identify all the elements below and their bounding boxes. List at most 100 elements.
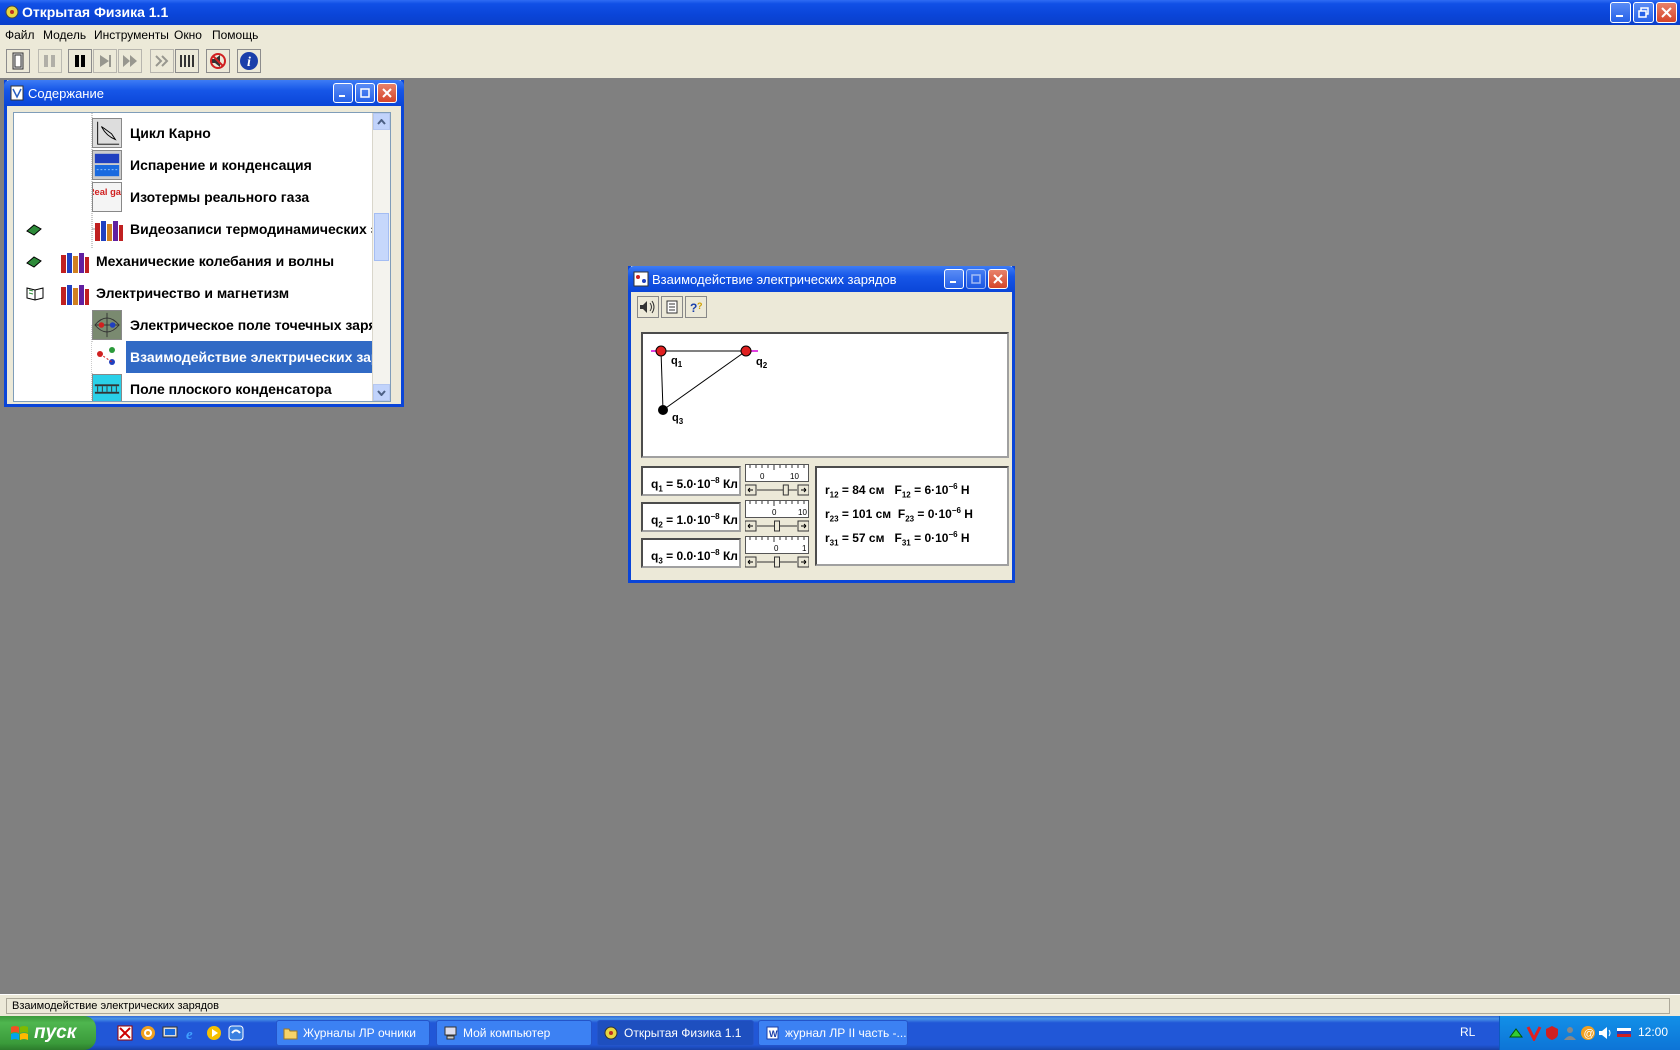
tree-item-thermo-videos[interactable]: Видеозаписи термодинамических эк — [14, 213, 385, 245]
svg-text:@: @ — [1584, 1028, 1595, 1040]
interaction-close-button[interactable] — [988, 269, 1008, 289]
scroll-down-button[interactable] — [373, 384, 390, 401]
slider-track[interactable] — [745, 520, 809, 532]
svg-text:q3: q3 — [672, 412, 684, 426]
task-word-document[interactable]: W журнал ЛР II часть -... — [758, 1020, 908, 1046]
close-button[interactable] — [1656, 2, 1677, 23]
charge-q1[interactable] — [655, 345, 667, 357]
help-button[interactable]: ?? — [685, 296, 707, 318]
quicklaunch-app-icon[interactable] — [117, 1025, 133, 1041]
scroll-thumb[interactable] — [374, 213, 389, 261]
tree-item-capacitor[interactable]: Поле плоского конденсатора — [14, 373, 374, 401]
menu-help[interactable]: Помощь — [212, 28, 258, 42]
taskbar: пуск e Журналы ЛР очники Мой компьютер О… — [0, 1016, 1680, 1050]
tray-shield-icon[interactable] — [1544, 1025, 1560, 1041]
multi-step-button[interactable] — [175, 49, 199, 73]
label-q3: q — [672, 412, 679, 424]
svg-text:?: ? — [697, 301, 703, 311]
app-titlebar[interactable]: Открытая Физика 1.1 — [0, 0, 1680, 25]
info-icon: i — [240, 52, 258, 70]
result-row-31: r31 = 57 см F31 = 0·10−6 Н — [825, 530, 970, 548]
svg-text:q2: q2 — [756, 356, 768, 370]
charge-q2-slider[interactable]: 0 10 — [745, 500, 809, 534]
fast-forward-button[interactable] — [118, 49, 142, 73]
interaction-minimize-button[interactable] — [944, 269, 964, 289]
pause-button[interactable] — [68, 49, 92, 73]
menu-tools[interactable]: Инструменты — [94, 28, 169, 42]
tray-flag-icon[interactable] — [1616, 1025, 1632, 1041]
tree-item-label: Механические колебания и волны — [96, 253, 335, 269]
contents-icon — [10, 85, 24, 101]
minimize-button[interactable] — [1610, 2, 1631, 23]
tree-item-evaporation[interactable]: Испарение и конденсация — [14, 149, 374, 181]
step-forward-button[interactable] — [150, 49, 174, 73]
tree-item-real-gas[interactable]: Real gas Изотермы реального газа — [14, 181, 374, 213]
results-panel: r12 = 84 см F12 = 6·10−6 Н r23 = 101 см … — [815, 466, 1009, 566]
svg-text:e: e — [186, 1027, 193, 1041]
computer-icon — [444, 1026, 457, 1040]
quicklaunch-ie-icon[interactable]: e — [184, 1025, 200, 1041]
interaction-maximize-button[interactable] — [966, 269, 986, 289]
tray-network-icon[interactable] — [1508, 1025, 1524, 1041]
tree-item-charges-interaction[interactable]: Взаимодействие электрических зар — [14, 341, 384, 373]
speaker-icon — [640, 300, 655, 314]
task-my-computer[interactable]: Мой компьютер — [436, 1020, 592, 1046]
tree-item-oscillations[interactable]: Механические колебания и волны — [14, 245, 374, 277]
charge-q2[interactable] — [740, 345, 752, 357]
step-back-button[interactable] — [38, 49, 62, 73]
exit-button[interactable] — [6, 49, 30, 73]
task-journals-folder[interactable]: Журналы ЛР очники — [276, 1020, 430, 1046]
play-button[interactable] — [93, 49, 117, 73]
contents-scrollbar[interactable] — [372, 113, 390, 401]
tray-user-icon[interactable] — [1562, 1025, 1578, 1041]
real-gas-icon: Real gas — [92, 182, 122, 212]
tree-item-label: Изотермы реального газа — [130, 189, 310, 205]
physics-app-icon — [604, 1026, 618, 1040]
slider-thumb[interactable] — [774, 520, 780, 532]
language-indicator[interactable]: RL — [1460, 1025, 1475, 1039]
quicklaunch-media-icon[interactable] — [206, 1025, 222, 1041]
info-button[interactable]: i — [237, 49, 261, 73]
slider-track[interactable] — [745, 556, 809, 568]
help-icon: ?? — [690, 301, 703, 314]
charge-q3-slider[interactable]: 0 1 — [745, 536, 809, 570]
books-icon — [61, 253, 89, 273]
tree-item-point-field[interactable]: Электрическое поле точечных заряд — [14, 309, 385, 341]
sound-off-button[interactable] — [206, 49, 230, 73]
charge-q1-slider[interactable]: 0 10 — [745, 464, 809, 498]
charges-scene[interactable]: q1 q2 q3 — [641, 332, 1009, 458]
quicklaunch-mail-icon[interactable] — [140, 1025, 156, 1041]
contents-window-titlebar[interactable]: Содержание — [4, 80, 404, 106]
start-button[interactable]: пуск — [0, 1016, 96, 1050]
charge-q3[interactable] — [658, 405, 668, 415]
quicklaunch-desktop-icon[interactable] — [162, 1025, 178, 1041]
point-charge-field-icon — [92, 310, 122, 340]
contents-close-button[interactable] — [377, 83, 397, 103]
slider-thumb[interactable] — [782, 484, 789, 496]
tree-item-electricity[interactable]: Электричество и магнетизм — [14, 277, 374, 309]
menu-window[interactable]: Окно — [174, 28, 202, 42]
slider-thumb[interactable] — [774, 556, 780, 568]
tree-item-carnot[interactable]: Цикл Карно — [14, 117, 374, 149]
quicklaunch-messenger-icon[interactable] — [228, 1025, 244, 1041]
charge-q2-value: q2 = 1.0·10−8 Кл — [641, 502, 741, 532]
restore-button[interactable] — [1633, 2, 1654, 23]
contents-window: Содержание Цикл Карно Испарение и конден… — [4, 80, 404, 407]
evaporation-icon — [92, 150, 122, 180]
task-open-physics[interactable]: Открытая Физика 1.1 — [597, 1020, 754, 1046]
tray-antivirus-icon[interactable] — [1526, 1025, 1542, 1041]
description-button[interactable] — [661, 296, 683, 318]
document-icon — [666, 300, 678, 314]
slider-track[interactable] — [745, 484, 809, 496]
interaction-window-titlebar[interactable]: Взаимодействие электрических зарядов — [628, 266, 1015, 292]
tray-volume-icon[interactable] — [1598, 1025, 1614, 1041]
tray-mail-agent-icon[interactable]: @ — [1580, 1025, 1596, 1041]
contents-tree[interactable]: Цикл Карно Испарение и конденсация Real … — [13, 112, 391, 402]
real-gas-icon-text: Real gas — [92, 187, 122, 197]
sound-button[interactable] — [637, 296, 659, 318]
contents-maximize-button[interactable] — [355, 83, 375, 103]
menu-model[interactable]: Модель — [43, 28, 86, 42]
contents-minimize-button[interactable] — [333, 83, 353, 103]
scroll-up-button[interactable] — [373, 113, 390, 130]
menu-file[interactable]: Файл — [5, 28, 35, 42]
